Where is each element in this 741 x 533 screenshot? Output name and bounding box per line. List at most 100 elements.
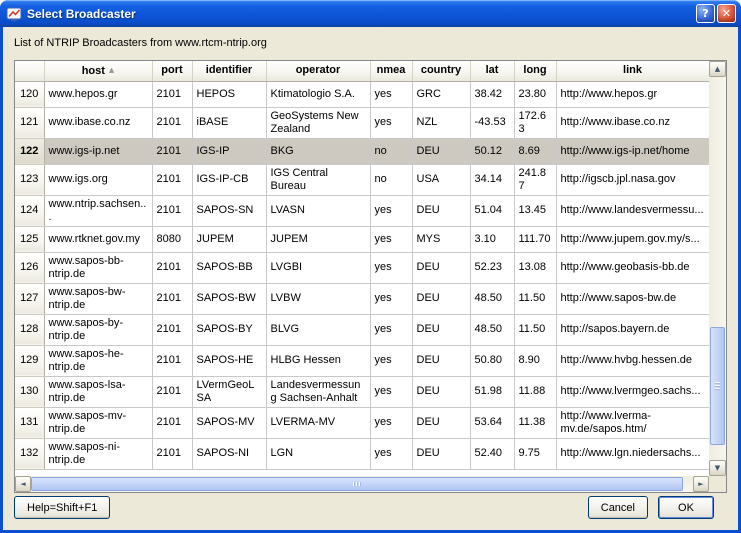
cell-long[interactable]: 13.45 <box>514 195 556 226</box>
cell-link[interactable]: http://sapos.bayern.de <box>556 314 709 345</box>
cell-operator[interactable]: LVGBI <box>266 252 370 283</box>
row-number[interactable]: 124 <box>15 195 44 226</box>
cell-lat[interactable]: 38.42 <box>470 81 514 107</box>
titlebar-help-button[interactable]: ? <box>696 4 715 23</box>
cell-link[interactable]: http://igscb.jpl.nasa.gov <box>556 164 709 195</box>
cell-operator[interactable]: Landesvermessung Sachsen-Anhalt <box>266 376 370 407</box>
cell-port[interactable]: 2101 <box>152 438 192 469</box>
column-header-nmea[interactable]: nmea <box>370 61 412 81</box>
cell-long[interactable]: 9.75 <box>514 438 556 469</box>
cell-operator[interactable]: Ktimatologio S.A. <box>266 81 370 107</box>
cell-country[interactable]: NZL <box>412 107 470 138</box>
row-number[interactable]: 127 <box>15 283 44 314</box>
cell-nmea[interactable]: yes <box>370 107 412 138</box>
table-row[interactable]: 130www.sapos-lsa-ntrip.de2101LVermGeoLSA… <box>15 376 709 407</box>
cell-long[interactable]: 8.69 <box>514 138 556 164</box>
table-row[interactable]: 120www.hepos.gr2101HEPOSKtimatologio S.A… <box>15 81 709 107</box>
cell-link[interactable]: http://www.hvbg.hessen.de <box>556 345 709 376</box>
cell-country[interactable]: MYS <box>412 226 470 252</box>
vertical-scroll-thumb[interactable] <box>710 327 725 445</box>
scroll-right-button[interactable]: ► <box>693 476 709 492</box>
table-row[interactable]: 122www.igs-ip.net2101IGS-IPBKGnoDEU50.12… <box>15 138 709 164</box>
row-number[interactable]: 130 <box>15 376 44 407</box>
cell-port[interactable]: 2101 <box>152 107 192 138</box>
horizontal-scrollbar[interactable]: ◄ ► <box>15 476 709 492</box>
cell-long[interactable]: 241.87 <box>514 164 556 195</box>
scroll-up-button[interactable]: ▲ <box>709 61 726 77</box>
cell-host[interactable]: www.igs-ip.net <box>44 138 152 164</box>
row-number[interactable]: 132 <box>15 438 44 469</box>
cell-link[interactable]: http://www.jupem.gov.my/s... <box>556 226 709 252</box>
cell-identifier[interactable]: SAPOS-BW <box>192 283 266 314</box>
cell-lat[interactable]: 34.14 <box>470 164 514 195</box>
cell-country[interactable]: DEU <box>412 407 470 438</box>
cell-nmea[interactable]: yes <box>370 376 412 407</box>
row-number[interactable]: 122 <box>15 138 44 164</box>
cell-host[interactable]: www.sapos-bb-ntrip.de <box>44 252 152 283</box>
column-header-long[interactable]: long <box>514 61 556 81</box>
cell-nmea[interactable]: yes <box>370 226 412 252</box>
cell-nmea[interactable]: yes <box>370 195 412 226</box>
cell-identifier[interactable]: SAPOS-MV <box>192 407 266 438</box>
cell-long[interactable]: 11.38 <box>514 407 556 438</box>
cell-port[interactable]: 2101 <box>152 314 192 345</box>
cell-host[interactable]: www.sapos-ni-ntrip.de <box>44 438 152 469</box>
cell-port[interactable]: 2101 <box>152 164 192 195</box>
table-row[interactable]: 127www.sapos-bw-ntrip.de2101SAPOS-BWLVBW… <box>15 283 709 314</box>
cell-link[interactable]: http://www.lvermgeo.sachs... <box>556 376 709 407</box>
cell-lat[interactable]: 51.98 <box>470 376 514 407</box>
scroll-down-button[interactable]: ▼ <box>709 460 726 476</box>
table-row[interactable]: 121www.ibase.co.nz2101iBASEGeoSystems Ne… <box>15 107 709 138</box>
cell-identifier[interactable]: iBASE <box>192 107 266 138</box>
cell-link[interactable]: http://www.hepos.gr <box>556 81 709 107</box>
cell-link[interactable]: http://www.ibase.co.nz <box>556 107 709 138</box>
cell-lat[interactable]: 51.04 <box>470 195 514 226</box>
cell-operator[interactable]: IGS Central Bureau <box>266 164 370 195</box>
cell-lat[interactable]: 53.64 <box>470 407 514 438</box>
cell-lat[interactable]: 3.10 <box>470 226 514 252</box>
row-number[interactable]: 123 <box>15 164 44 195</box>
cell-host[interactable]: www.sapos-bw-ntrip.de <box>44 283 152 314</box>
cell-lat[interactable]: 50.80 <box>470 345 514 376</box>
cell-long[interactable]: 23.80 <box>514 81 556 107</box>
cell-operator[interactable]: JUPEM <box>266 226 370 252</box>
help-button[interactable]: Help=Shift+F1 <box>14 496 110 519</box>
cell-lat[interactable]: 48.50 <box>470 283 514 314</box>
cell-operator[interactable]: BKG <box>266 138 370 164</box>
column-header-host[interactable]: host▲ <box>44 61 152 81</box>
cell-long[interactable]: 11.50 <box>514 314 556 345</box>
column-header-country[interactable]: country <box>412 61 470 81</box>
cell-identifier[interactable]: HEPOS <box>192 81 266 107</box>
cell-link[interactable]: http://www.lverma-mv.de/sapos.htm/ <box>556 407 709 438</box>
cell-nmea[interactable]: yes <box>370 81 412 107</box>
cell-nmea[interactable]: yes <box>370 252 412 283</box>
cell-port[interactable]: 2101 <box>152 407 192 438</box>
cell-country[interactable]: DEU <box>412 314 470 345</box>
cell-country[interactable]: DEU <box>412 283 470 314</box>
row-number[interactable]: 125 <box>15 226 44 252</box>
table-row[interactable]: 124www.ntrip.sachsen...2101SAPOS-SNLVASN… <box>15 195 709 226</box>
cell-port[interactable]: 8080 <box>152 226 192 252</box>
table-row[interactable]: 123www.igs.org2101IGS-IP-CBIGS Central B… <box>15 164 709 195</box>
table-row[interactable]: 128www.sapos-by-ntrip.de2101SAPOS-BYBLVG… <box>15 314 709 345</box>
cell-identifier[interactable]: SAPOS-HE <box>192 345 266 376</box>
cell-identifier[interactable]: IGS-IP-CB <box>192 164 266 195</box>
titlebar-close-button[interactable]: ✕ <box>717 4 736 23</box>
cell-country[interactable]: DEU <box>412 195 470 226</box>
cell-country[interactable]: DEU <box>412 376 470 407</box>
cell-host[interactable]: www.sapos-lsa-ntrip.de <box>44 376 152 407</box>
cell-operator[interactable]: LVASN <box>266 195 370 226</box>
cell-country[interactable]: DEU <box>412 345 470 376</box>
cell-country[interactable]: DEU <box>412 138 470 164</box>
table-row[interactable]: 129www.sapos-he-ntrip.de2101SAPOS-HEHLBG… <box>15 345 709 376</box>
row-number[interactable]: 128 <box>15 314 44 345</box>
cell-port[interactable]: 2101 <box>152 81 192 107</box>
cell-long[interactable]: 111.70 <box>514 226 556 252</box>
vertical-scroll-track[interactable] <box>709 77 726 460</box>
cell-link[interactable]: http://www.lgn.niedersachs... <box>556 438 709 469</box>
cell-identifier[interactable]: SAPOS-SN <box>192 195 266 226</box>
cell-lat[interactable]: 52.23 <box>470 252 514 283</box>
cell-identifier[interactable]: LVermGeoLSA <box>192 376 266 407</box>
cell-operator[interactable]: BLVG <box>266 314 370 345</box>
cell-identifier[interactable]: JUPEM <box>192 226 266 252</box>
